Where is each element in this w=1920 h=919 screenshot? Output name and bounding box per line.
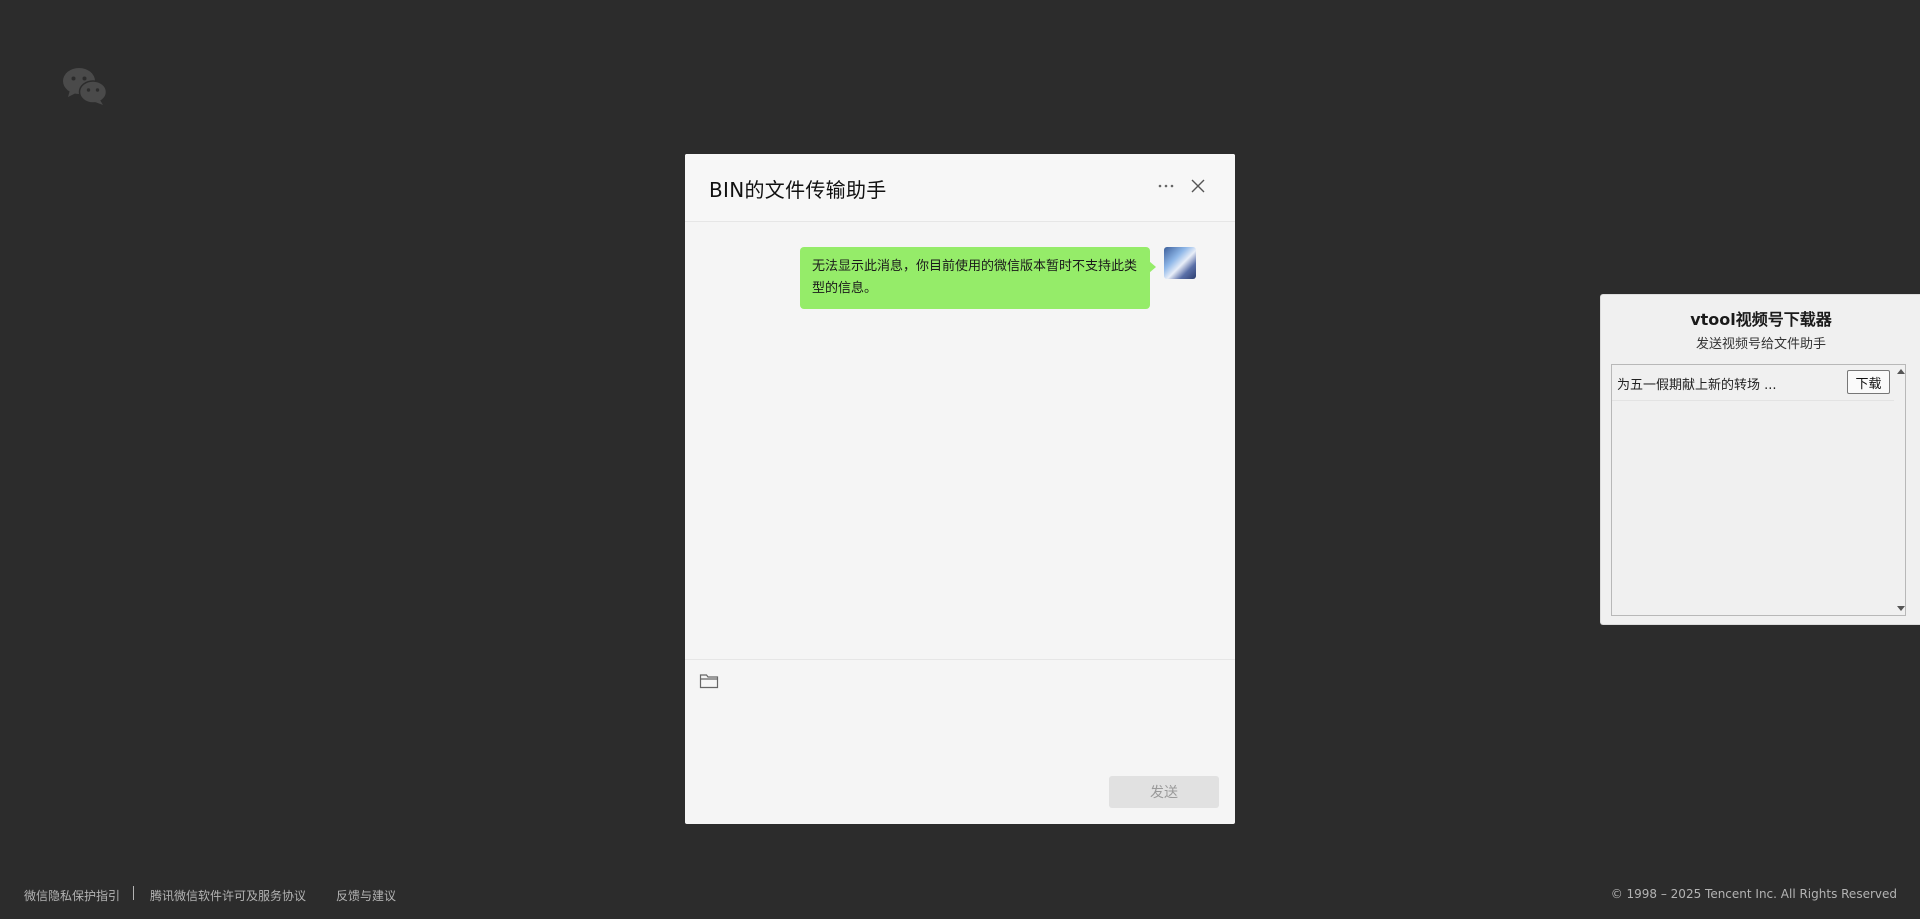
list-item: 为五一假期献上新的转场 ... 下载: [1612, 365, 1894, 401]
avatar[interactable]: [1164, 247, 1196, 279]
message-bubble-self[interactable]: 无法显示此消息，你目前使用的微信版本暂时不支持此类型的信息。: [800, 247, 1156, 309]
footer-link-feedback[interactable]: 反馈与建议: [336, 887, 396, 904]
vtool-subtitle: 发送视频号给文件助手: [1695, 337, 1826, 352]
video-title: 为五一假期献上新的转场 ...: [1617, 378, 1777, 393]
message-list[interactable]: 无法显示此消息，你目前使用的微信版本暂时不支持此类型的信息。: [685, 223, 1235, 658]
download-button[interactable]: 下载: [1847, 370, 1890, 394]
scroll-down-arrow-icon[interactable]: [1897, 606, 1905, 611]
message-composer[interactable]: 发送: [685, 659, 1235, 824]
copyright-text: © 1998 – 2025 Tencent Inc. All Rights Re…: [1610, 887, 1897, 901]
footer-divider: [133, 886, 134, 900]
scroll-up-arrow-icon[interactable]: [1897, 369, 1905, 374]
wechat-logo-icon: [63, 68, 108, 105]
folder-icon[interactable]: [699, 672, 719, 690]
footer-link-privacy[interactable]: 微信隐私保护指引: [24, 887, 120, 904]
more-dots-icon[interactable]: [1156, 176, 1176, 196]
chat-dialog: BIN的文件传输助手 无法显示此消息，你目前使用的微信版本暂时不支持此类型的信息…: [685, 154, 1235, 824]
scrollbar[interactable]: [1894, 365, 1906, 615]
vtool-title: vtool视频号下载器: [1690, 310, 1832, 329]
chat-header: BIN的文件传输助手: [685, 154, 1235, 222]
vtool-panel: vtool视频号下载器 发送视频号给文件助手 为五一假期献上新的转场 ... 下…: [1600, 294, 1920, 625]
footer-link-license[interactable]: 腾讯微信软件许可及服务协议: [150, 887, 306, 904]
send-button[interactable]: 发送: [1109, 776, 1219, 808]
close-icon[interactable]: [1190, 178, 1206, 194]
vtool-video-list[interactable]: 为五一假期献上新的转场 ... 下载: [1611, 364, 1906, 616]
chat-title: BIN的文件传输助手: [709, 178, 887, 202]
